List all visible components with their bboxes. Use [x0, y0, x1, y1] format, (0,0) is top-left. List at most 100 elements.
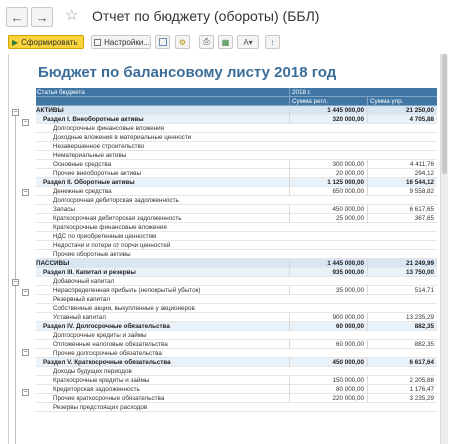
cell-sum-regl: 1 445 000,00 — [289, 259, 367, 268]
table-header-row-2: Сумма регл. Сумма упр. — [36, 97, 437, 106]
cell-sum-upr: 882,35 — [367, 322, 437, 331]
settings-button[interactable]: Настройки... — [91, 35, 151, 49]
cell-sum-regl: 60 000,00 — [289, 322, 367, 331]
table-row[interactable]: Отложенные налоговые обязательства 60 000… — [36, 340, 437, 349]
cell-sum-regl: 1 445 000,00 — [289, 106, 367, 115]
generate-button[interactable]: ▶ Сформировать — [8, 35, 84, 49]
cell-article: Незавершенное строительство — [53, 143, 145, 150]
cell-sum-regl: 450 000,00 — [289, 205, 367, 214]
cell-sum-regl: 320 000,00 — [289, 115, 367, 124]
forward-button[interactable]: → — [31, 7, 53, 27]
section-row[interactable]: Раздел II. Оборотные активы 1 125 000,00 1… — [36, 178, 437, 187]
collapse-group-icon[interactable]: − — [12, 109, 19, 116]
title-bar: ← → ☆ Отчет по бюджету (обороты) (ББЛ) — [0, 0, 474, 32]
collapse-group-icon[interactable]: − — [12, 279, 19, 286]
table-row[interactable]: Незавершенное строительство — [36, 142, 437, 151]
play-icon: ▶ — [12, 37, 19, 47]
table-row[interactable]: Резервный капитал — [36, 295, 437, 304]
cell-sum-upr: 1 176,47 — [367, 385, 437, 394]
cell-article: Долгосрочные финансовые вложения — [53, 125, 165, 132]
section-row[interactable]: Раздел IV. Долгосрочные обязательства 60 … — [36, 322, 437, 331]
cell-article: Прочие оборотные активы — [53, 251, 131, 258]
table-header-row-1: Статья бюджета 2018 г. — [36, 88, 437, 97]
section-row[interactable]: Раздел V. Краткосрочные обязательства 450… — [36, 358, 437, 367]
star-icon[interactable]: ☆ — [65, 6, 78, 24]
cell-article: Раздел I. Внеоборотные активы — [43, 116, 144, 123]
cell-article: Кредиторская задолженность — [53, 386, 140, 393]
cell-article: Прочие долгосрочные обязательства — [53, 350, 162, 357]
table-row[interactable]: Кредиторская задолженность 80 000,00 1 176… — [36, 385, 437, 394]
collapse-group-icon[interactable]: − — [22, 189, 29, 196]
report-table: Статья бюджета 2018 г. Сумма регл. Сумма… — [36, 88, 437, 412]
scrollbar-thumb[interactable] — [442, 54, 447, 174]
table-row[interactable]: НДС по приобретенным ценностям — [36, 232, 437, 241]
table-row[interactable]: Резервы предстоящих расходов — [36, 403, 437, 412]
cell-sum-upr: 882,35 — [367, 340, 437, 349]
cell-sum-regl: 650 000,00 — [289, 187, 367, 196]
print-button[interactable]: ⎙ — [199, 35, 214, 49]
gear-icon: ⚙ — [178, 37, 187, 47]
cell-article: Собственные акции, выкупленные у акционе… — [53, 305, 195, 312]
cell-sum-upr: 4 705,88 — [367, 115, 437, 124]
table-row[interactable]: Долгосрочные кредиты и займы — [36, 331, 437, 340]
cell-sum-regl: 300 000,00 — [289, 160, 367, 169]
cell-article: Денежные средства — [53, 188, 112, 195]
export-button[interactable]: ▦ — [218, 35, 233, 49]
table-row[interactable]: Нераспределенная прибыль (непокрытый убы… — [36, 286, 437, 295]
collapse-group-icon[interactable]: − — [22, 119, 29, 126]
section-row[interactable]: Раздел III. Капитал и резервы 935 000,00 1… — [36, 268, 437, 277]
font-size-button[interactable]: A▾ — [237, 35, 259, 49]
cell-sum-upr: 6 617,65 — [367, 205, 437, 214]
toolbar: ▶ Сформировать Настройки... ⚙ ⎙ ▦ A▾ ↑ — [0, 32, 474, 52]
cell-sum-regl: 60 000,00 — [289, 340, 367, 349]
report-variant-icon — [158, 38, 167, 46]
group-row[interactable]: АКТИВЫ 1 445 000,00 21 250,00 — [36, 106, 437, 115]
table-row[interactable]: Прочие долгосрочные обязательства — [36, 349, 437, 358]
table-row[interactable]: Долгосрочная дебиторская задолженность — [36, 196, 437, 205]
table-row[interactable]: Прочие оборотные активы — [36, 250, 437, 259]
table-row[interactable]: Прочие внеоборотные активы 20 000,00 294,1… — [36, 169, 437, 178]
cell-article: НДС по приобретенным ценностям — [53, 233, 157, 240]
collapse-group-icon[interactable]: − — [22, 349, 29, 356]
table-row[interactable]: Денежные средства 650 000,00 9 558,82 — [36, 187, 437, 196]
cell-sum-upr: 21 250,00 — [367, 106, 437, 115]
variant-button[interactable] — [155, 35, 170, 49]
cell-sum-regl: 450 000,00 — [289, 358, 367, 367]
table-row[interactable]: Запасы 450 000,00 6 617,65 — [36, 205, 437, 214]
group-row[interactable]: ПАССИВЫ 1 445 000,00 21 249,99 — [36, 259, 437, 268]
back-button[interactable]: ← — [6, 7, 28, 27]
table-row[interactable]: Краткосрочные финансовые вложения — [36, 223, 437, 232]
print-icon: ⎙ — [203, 37, 210, 46]
cell-sum-regl: 25 000,00 — [289, 214, 367, 223]
settings-button-label: Настройки... — [104, 37, 150, 47]
cell-article: ПАССИВЫ — [36, 260, 70, 267]
cell-sum-upr: 4 411,76 — [367, 160, 437, 169]
cell-article: Краткосрочные кредиты и займы — [53, 377, 150, 384]
table-row[interactable]: Доходные вложения в материальные ценност… — [36, 133, 437, 142]
cell-article: АКТИВЫ — [36, 107, 64, 114]
cell-article: Раздел IV. Долгосрочные обязательства — [43, 323, 170, 330]
save-settings-button[interactable]: ⚙ — [175, 35, 190, 49]
table-row[interactable]: Долгосрочные финансовые вложения — [36, 124, 437, 133]
cell-article: Резервный капитал — [53, 296, 111, 303]
table-row[interactable]: Нематериальные активы — [36, 151, 437, 160]
table-row[interactable]: Уставный капитал 900 000,00 13 235,29 — [36, 313, 437, 322]
pin-button[interactable]: ↑ — [265, 35, 280, 49]
cell-article: Нематериальные активы — [53, 152, 127, 159]
collapse-group-icon[interactable]: − — [22, 389, 29, 396]
table-row[interactable]: Прочие краткосрочные обязательства 220 00… — [36, 394, 437, 403]
cell-sum-upr: 16 544,12 — [367, 178, 437, 187]
table-row[interactable]: Краткосрочные кредиты и займы 150 000,00 2… — [36, 376, 437, 385]
table-row[interactable]: Собственные акции, выкупленные у акционе… — [36, 304, 437, 313]
cell-sum-upr: 9 558,82 — [367, 187, 437, 196]
report-title: Бюджет по балансовому листу 2018 год — [38, 64, 337, 81]
table-row[interactable]: Добавочный капитал — [36, 277, 437, 286]
table-row[interactable]: Доходы будущих периодов — [36, 367, 437, 376]
vertical-scrollbar[interactable] — [440, 54, 448, 444]
section-row[interactable]: Раздел I. Внеоборотные активы 320 000,00 4… — [36, 115, 437, 124]
table-row[interactable]: Основные средства 300 000,00 4 411,76 — [36, 160, 437, 169]
table-row[interactable]: Краткосрочная дебиторская задолженность 2… — [36, 214, 437, 223]
cell-article: Краткосрочная дебиторская задолженность — [53, 215, 182, 222]
collapse-group-icon[interactable]: − — [22, 289, 29, 296]
table-row[interactable]: Недостачи и потери от порчи ценностей — [36, 241, 437, 250]
